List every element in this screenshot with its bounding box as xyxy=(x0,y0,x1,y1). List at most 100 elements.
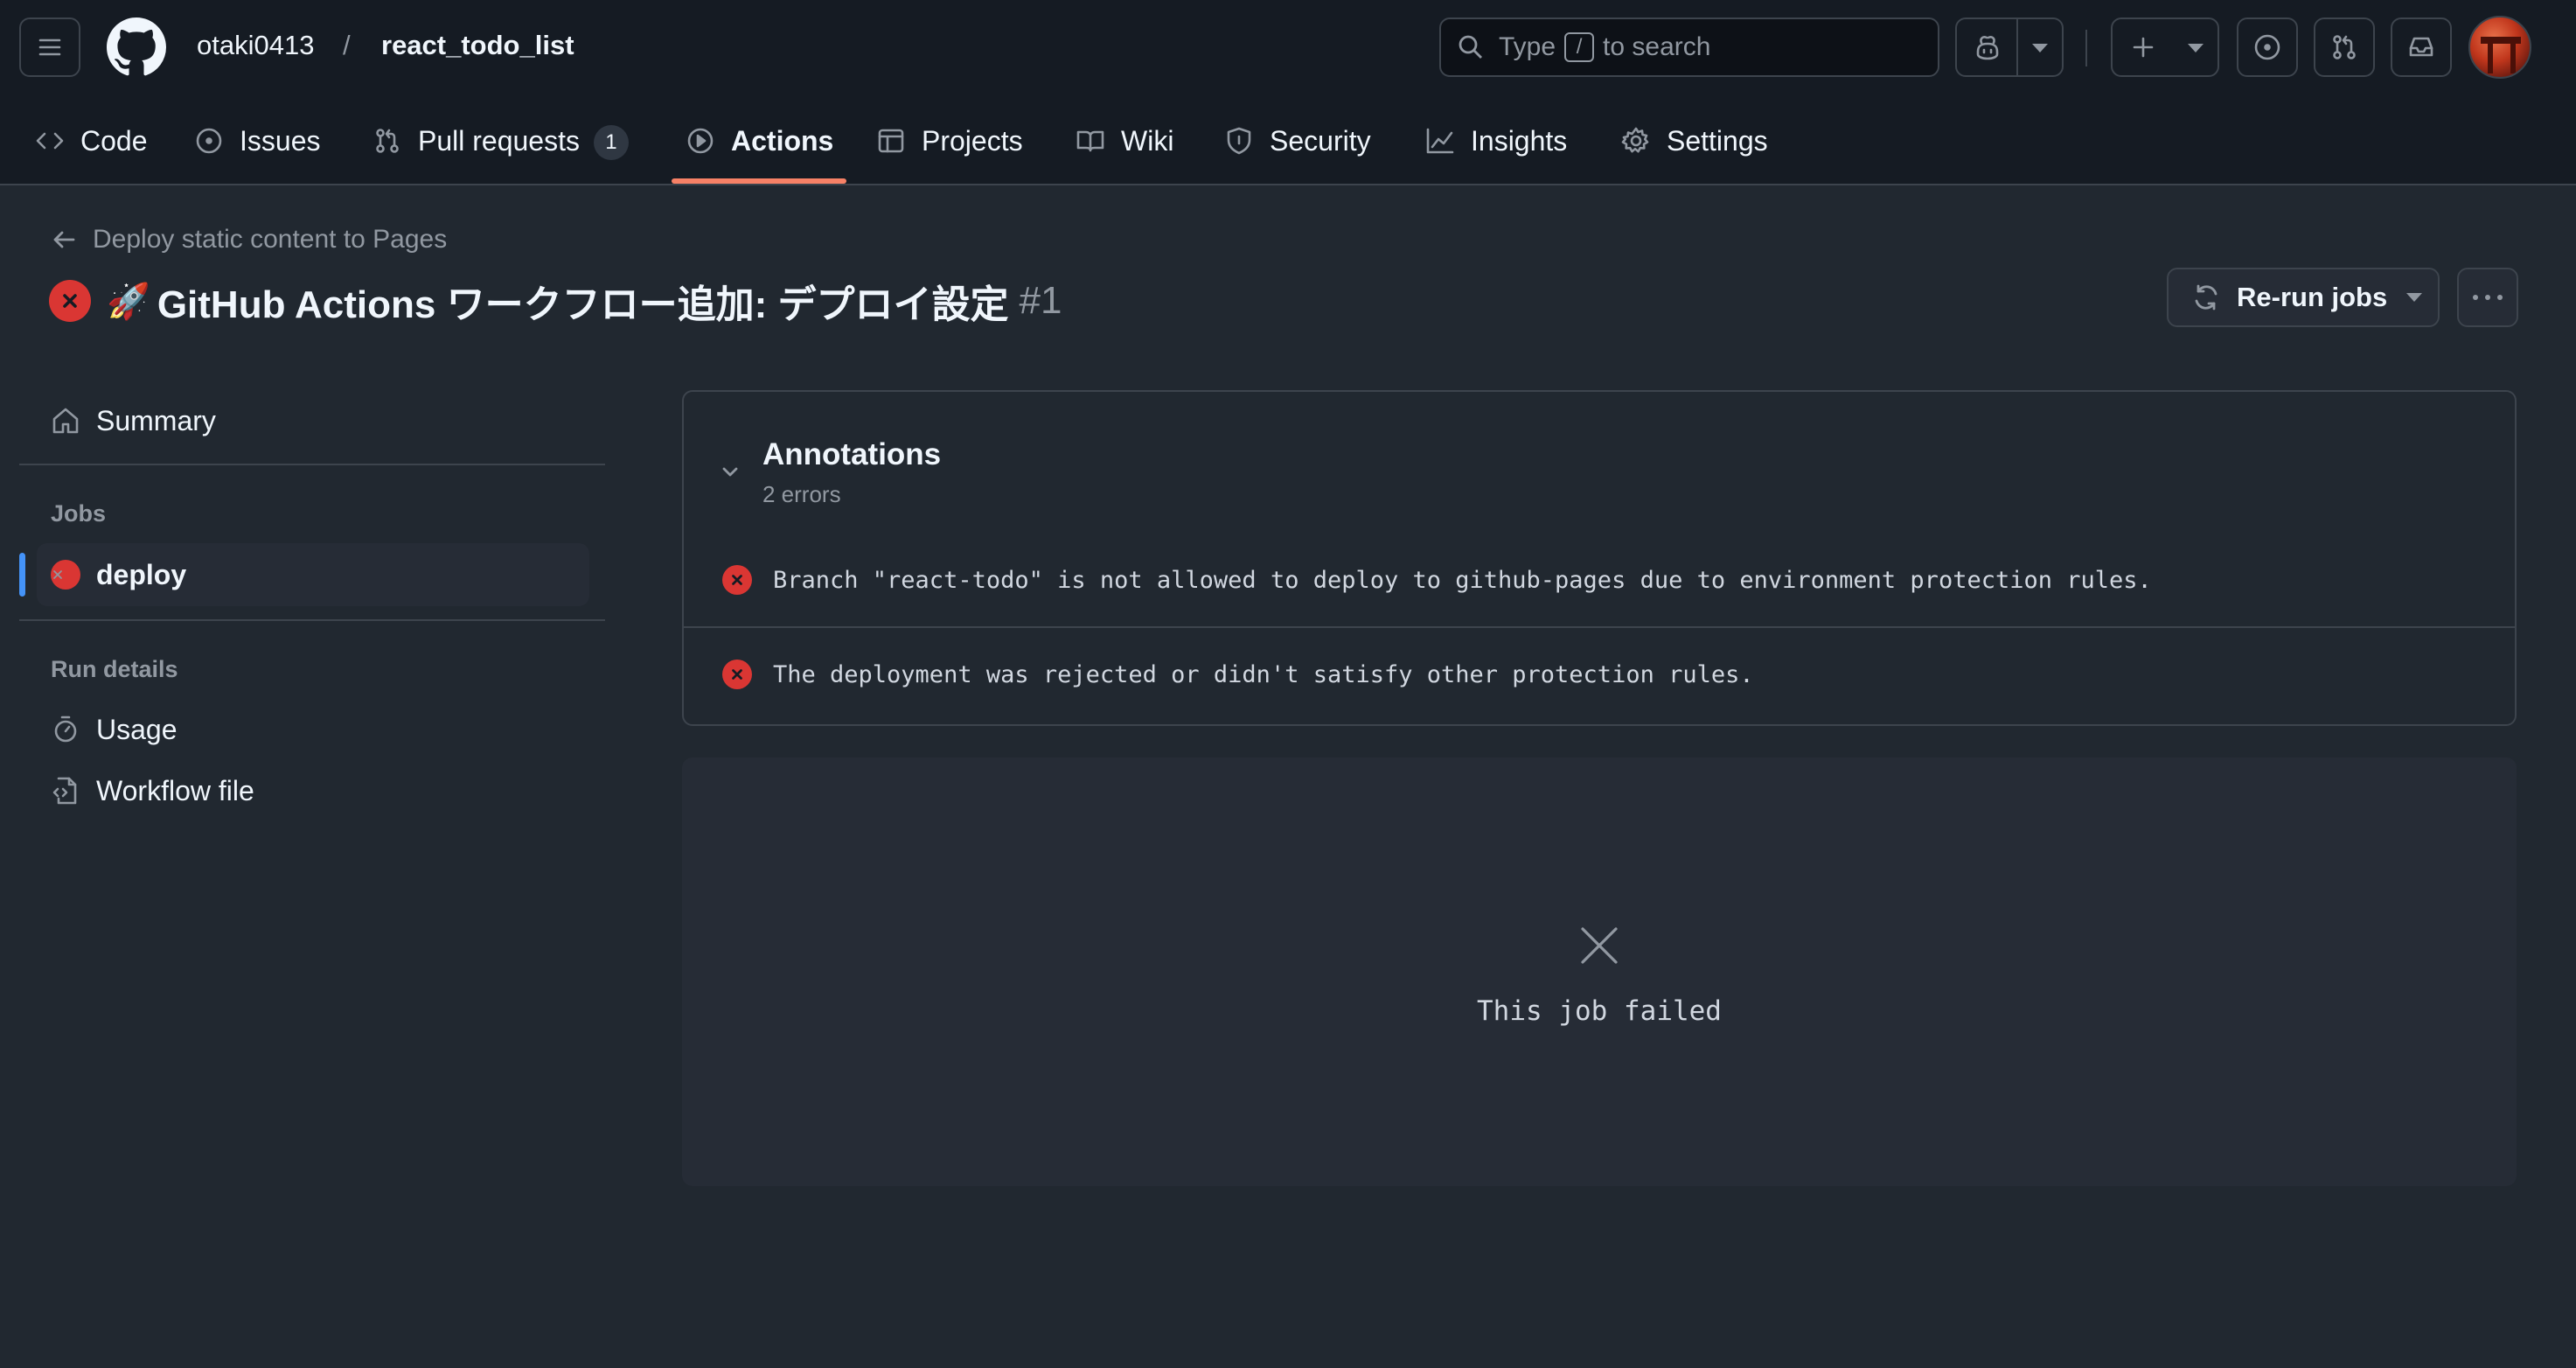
sync-icon xyxy=(2195,284,2217,311)
file-code-icon xyxy=(52,777,77,805)
back-to-workflow-link[interactable]: Deploy static content to Pages xyxy=(51,225,447,255)
issues-button[interactable] xyxy=(2237,17,2298,77)
sidebar-jobs-heading: Jobs xyxy=(51,500,107,527)
rerun-label: Re-run jobs xyxy=(2237,282,2388,312)
tab-label: Insights xyxy=(1471,125,1568,157)
avatar[interactable] xyxy=(2468,16,2531,79)
pull-request-icon xyxy=(2333,35,2356,59)
inbox-button[interactable] xyxy=(2391,17,2452,77)
sidebar-divider xyxy=(19,619,605,621)
stopwatch-icon xyxy=(54,715,77,743)
error-icon xyxy=(722,660,752,689)
failure-status-icon xyxy=(51,560,80,590)
annotations-title: Annotations xyxy=(762,437,942,471)
chevron-down-icon xyxy=(722,467,738,477)
sidebar-divider xyxy=(19,464,605,465)
sidebar-item-deploy[interactable]: deploy xyxy=(37,543,589,606)
search-shortcut-key: / xyxy=(1564,32,1595,62)
tab-settings[interactable]: Settings xyxy=(1621,114,1768,185)
breadcrumb-owner[interactable]: otaki0413 xyxy=(197,30,314,61)
tab-label: Settings xyxy=(1667,125,1768,157)
search-prefix: Type xyxy=(1499,32,1556,61)
tab-insights[interactable]: Insights xyxy=(1425,114,1567,185)
github-logo-icon[interactable] xyxy=(107,17,166,77)
rerun-jobs-button[interactable]: Re-run jobs xyxy=(2167,268,2440,327)
graph-icon xyxy=(1426,128,1454,154)
code-icon xyxy=(36,132,64,150)
rocket-emoji: 🚀 xyxy=(107,282,150,321)
search-icon xyxy=(1459,35,1482,59)
tab-label: Code xyxy=(80,125,148,157)
chevron-down-icon xyxy=(2406,293,2423,302)
job-log-panel: This job failed xyxy=(682,757,2517,1186)
copilot-divider xyxy=(2016,19,2018,75)
kebab-dot xyxy=(2473,295,2478,300)
pull-request-count-badge: 1 xyxy=(593,125,629,160)
x-icon xyxy=(1581,927,1618,964)
sidebar-item-label: Usage xyxy=(96,713,178,745)
copilot-dropdown-caret[interactable] xyxy=(2032,44,2048,52)
page-title: 🚀 GitHub Actions ワークフロー追加: デプロイ設定 #1 xyxy=(49,273,1062,329)
tab-security[interactable]: Security xyxy=(1224,114,1371,185)
annotations-panel: Annotations 2 errors Branch "react-todo"… xyxy=(682,390,2517,726)
active-tab-indicator xyxy=(672,178,846,184)
tab-label: Wiki xyxy=(1121,125,1174,157)
pull-requests-button[interactable] xyxy=(2314,17,2375,77)
shield-icon xyxy=(1227,127,1251,155)
issue-icon xyxy=(196,128,222,154)
play-icon xyxy=(687,128,714,154)
menu-button[interactable] xyxy=(19,17,80,77)
app-header: otaki0413 / react_todo_list Type / to se… xyxy=(0,0,2576,185)
repo-nav-tabs: Code Issues Pull requests 1 Actions Proj… xyxy=(0,114,2576,185)
sidebar-item-label: deploy xyxy=(96,558,187,590)
annotation-item[interactable]: The deployment was rejected or didn't sa… xyxy=(684,628,2515,721)
arrow-left-icon xyxy=(53,231,75,248)
annotation-item[interactable]: Branch "react-todo" is not allowed to de… xyxy=(684,534,2515,626)
tab-label: Security xyxy=(1270,125,1371,157)
sidebar-item-summary[interactable]: Summary xyxy=(37,389,589,452)
error-icon xyxy=(722,565,752,595)
tab-wiki[interactable]: Wiki xyxy=(1076,114,1173,185)
breadcrumb-repo[interactable]: react_todo_list xyxy=(381,30,574,61)
sidebar-run-details-heading: Run details xyxy=(51,656,178,682)
plus-icon xyxy=(2133,37,2154,58)
table-icon xyxy=(878,129,904,153)
active-item-indicator xyxy=(19,553,25,597)
annotation-message: The deployment was rejected or didn't sa… xyxy=(773,660,1754,688)
issue-icon xyxy=(2254,34,2280,60)
tab-label: Pull requests xyxy=(418,125,580,157)
topbar-divider xyxy=(2085,30,2087,66)
sidebar-item-label: Summary xyxy=(96,404,216,436)
pull-request-icon xyxy=(376,129,399,153)
tab-issues[interactable]: Issues xyxy=(194,114,320,185)
tab-label: Actions xyxy=(731,125,834,157)
search-input[interactable]: Type / to search xyxy=(1439,17,1939,77)
copilot-icon xyxy=(1976,36,1999,60)
annotations-count: 2 errors xyxy=(762,481,841,507)
home-icon xyxy=(52,408,79,434)
more-options-button[interactable] xyxy=(2457,268,2518,327)
tab-pull-requests[interactable]: Pull requests 1 xyxy=(372,114,629,185)
top-bar: otaki0413 / react_todo_list Type / to se… xyxy=(0,0,2576,94)
tab-label: Projects xyxy=(922,125,1023,157)
create-dropdown-caret xyxy=(2188,44,2204,52)
sidebar-item-workflow-file[interactable]: Workflow file xyxy=(37,759,589,822)
inbox-icon xyxy=(2409,37,2433,57)
breadcrumb-separator: / xyxy=(343,30,351,60)
sidebar-item-usage[interactable]: Usage xyxy=(37,698,589,761)
job-failed-message: This job failed xyxy=(1477,995,1722,1027)
create-new-button[interactable] xyxy=(2111,17,2219,77)
collapse-toggle[interactable] xyxy=(719,460,741,487)
copilot-button[interactable] xyxy=(1955,17,2064,77)
sidebar-item-label: Workflow file xyxy=(96,774,254,806)
run-title-text: GitHub Actions ワークフロー追加: デプロイ設定 xyxy=(157,283,1009,326)
book-icon xyxy=(1076,130,1104,152)
search-suffix: to search xyxy=(1603,32,1711,61)
tab-code[interactable]: Code xyxy=(35,114,148,185)
hamburger-icon xyxy=(38,38,61,56)
job-failed-icon xyxy=(1577,924,1621,972)
failure-status-icon xyxy=(49,280,91,322)
tab-actions[interactable]: Actions xyxy=(686,114,833,185)
tab-projects[interactable]: Projects xyxy=(876,114,1023,185)
tab-label: Issues xyxy=(240,125,321,157)
